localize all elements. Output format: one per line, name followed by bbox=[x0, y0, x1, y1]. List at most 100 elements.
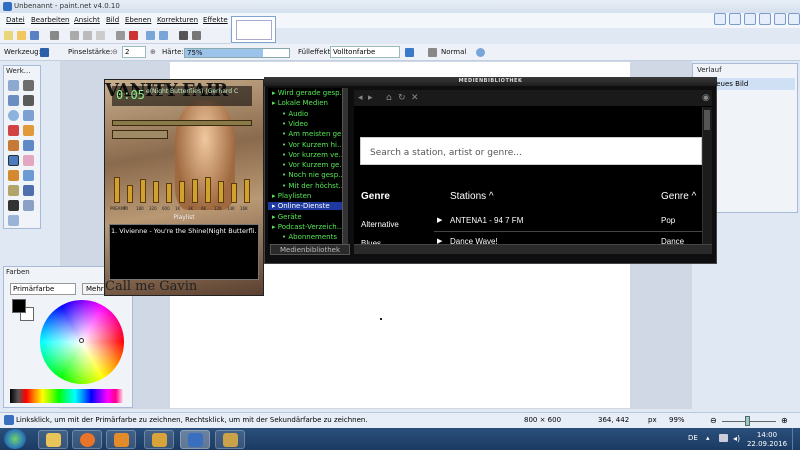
genre-item[interactable]: Alternative bbox=[361, 220, 399, 229]
tree-item[interactable]: ▸ Geräte bbox=[268, 213, 302, 221]
menu-edit[interactable]: Bearbeiten bbox=[31, 16, 69, 24]
clone-stamp-icon[interactable] bbox=[8, 185, 19, 196]
eq-slider[interactable] bbox=[153, 181, 159, 203]
menu-effects[interactable]: Effekte bbox=[203, 16, 228, 24]
deselect-icon[interactable] bbox=[129, 31, 138, 40]
paintnet-titlebar[interactable]: Unbenannt - paint.net v4.0.10 bbox=[0, 0, 800, 13]
ellipse-select-icon[interactable] bbox=[8, 110, 19, 121]
stop-icon[interactable]: ✕ bbox=[411, 93, 419, 103]
print-icon[interactable] bbox=[50, 31, 59, 40]
eraser-icon[interactable] bbox=[23, 155, 34, 166]
bucket-icon[interactable] bbox=[8, 140, 19, 151]
tree-item[interactable]: • Vor Kurzem ge... bbox=[268, 161, 346, 169]
history-toggle-icon[interactable] bbox=[729, 13, 741, 25]
menu-file[interactable]: Datei bbox=[6, 16, 25, 24]
cut-icon[interactable] bbox=[70, 31, 79, 40]
show-desktop-button[interactable] bbox=[792, 428, 800, 450]
menu-layers[interactable]: Ebenen bbox=[125, 16, 151, 24]
color-picker-icon[interactable] bbox=[23, 170, 34, 181]
settings-gear-icon[interactable] bbox=[774, 13, 786, 25]
stations-column-header[interactable]: Stations ^ bbox=[450, 191, 494, 202]
taskbar-media-player[interactable] bbox=[106, 430, 136, 449]
colors-toggle-icon[interactable] bbox=[759, 13, 771, 25]
eq-slider[interactable] bbox=[114, 177, 120, 203]
primary-color-swatch[interactable] bbox=[12, 299, 26, 313]
taskbar-paintnet[interactable] bbox=[180, 430, 210, 449]
paintbrush-icon[interactable] bbox=[8, 155, 19, 166]
tree-item[interactable]: • Vor kurzem ve... bbox=[268, 151, 345, 159]
move-pixels-icon[interactable] bbox=[23, 95, 34, 106]
eq-slider[interactable] bbox=[166, 183, 172, 203]
eq-slider[interactable] bbox=[127, 185, 133, 203]
eq-slider[interactable] bbox=[231, 183, 237, 203]
eq-slider[interactable] bbox=[140, 179, 146, 203]
color-palette[interactable] bbox=[10, 389, 124, 403]
shapes-icon[interactable] bbox=[8, 215, 19, 226]
eq-slider[interactable] bbox=[179, 181, 185, 203]
grid-icon[interactable] bbox=[179, 31, 188, 40]
copy-icon[interactable] bbox=[83, 31, 92, 40]
tray-expand-icon[interactable]: ▴ bbox=[706, 434, 710, 442]
magic-wand-icon[interactable] bbox=[8, 125, 19, 136]
tree-item[interactable]: ▸ Playlisten bbox=[268, 192, 311, 200]
volume-icon[interactable]: ◂) bbox=[733, 434, 740, 443]
refresh-icon[interactable]: ↻ bbox=[398, 93, 406, 103]
pencil-icon[interactable] bbox=[8, 170, 19, 181]
text-icon[interactable] bbox=[8, 200, 19, 211]
network-icon[interactable] bbox=[719, 434, 728, 442]
pan-icon[interactable] bbox=[23, 125, 34, 136]
taskbar-firefox[interactable] bbox=[72, 430, 102, 449]
zoom-out-icon[interactable]: ⊖ bbox=[710, 416, 717, 425]
undo-icon[interactable] bbox=[146, 31, 155, 40]
start-button[interactable] bbox=[4, 429, 26, 449]
fill-select[interactable]: Volltonfarbe bbox=[330, 46, 400, 58]
new-file-icon[interactable] bbox=[4, 31, 13, 40]
unit-select[interactable]: px bbox=[648, 416, 657, 424]
back-icon[interactable]: ◂ bbox=[358, 93, 363, 103]
winamp-playlist-item[interactable]: 1. Vivienne - You're the Shine(Night But… bbox=[111, 227, 257, 235]
home-icon[interactable]: ⌂ bbox=[386, 93, 392, 103]
gradient-icon[interactable] bbox=[23, 140, 34, 151]
blend-mode-icon[interactable] bbox=[428, 48, 437, 57]
selection-mode-icon[interactable] bbox=[476, 48, 485, 57]
zoom-value[interactable]: 99% bbox=[669, 416, 685, 424]
increase-width-icon[interactable]: ⊕ bbox=[150, 48, 156, 56]
layers-toggle-icon[interactable] bbox=[744, 13, 756, 25]
rect-select-icon[interactable] bbox=[8, 80, 19, 91]
antialias-icon[interactable] bbox=[405, 48, 414, 57]
tree-item[interactable]: • Vor Kurzem hi... bbox=[268, 141, 344, 149]
tree-item[interactable]: • Mit der höchst... bbox=[268, 182, 345, 190]
forward-icon[interactable]: ▸ bbox=[368, 93, 373, 103]
ruler-icon[interactable] bbox=[192, 31, 201, 40]
eq-slider[interactable] bbox=[244, 179, 250, 203]
genre-column-header[interactable]: Genre ^ bbox=[661, 191, 696, 202]
crop-icon[interactable] bbox=[116, 31, 125, 40]
open-file-icon[interactable] bbox=[17, 31, 26, 40]
tree-item[interactable]: • Am meisten ge... bbox=[268, 130, 348, 138]
save-icon[interactable] bbox=[30, 31, 39, 40]
clock-time[interactable]: 14:00 bbox=[752, 431, 782, 439]
browser-settings-icon[interactable]: ◉ bbox=[702, 93, 710, 103]
input-language[interactable]: DE bbox=[688, 434, 698, 442]
tree-item[interactable]: • Audio bbox=[268, 110, 308, 118]
taskbar-paint-tool[interactable] bbox=[215, 430, 245, 449]
lasso-icon[interactable] bbox=[8, 95, 19, 106]
document-thumbnail-tab[interactable] bbox=[231, 16, 276, 43]
tree-item[interactable]: ▸ Lokale Medien bbox=[268, 99, 328, 107]
winamp-seek-bar[interactable] bbox=[112, 120, 252, 126]
play-icon[interactable]: ▶ bbox=[437, 216, 442, 224]
tree-item[interactable]: ▸ Podcast-Verzeich... bbox=[268, 223, 343, 231]
medialib-button[interactable]: Medienbibliothek bbox=[270, 244, 350, 255]
color-wheel-cursor[interactable] bbox=[79, 338, 84, 343]
zoom-icon[interactable] bbox=[23, 110, 34, 121]
winamp-transport-buttons[interactable] bbox=[112, 130, 168, 139]
taskbar-explorer[interactable] bbox=[38, 430, 68, 449]
move-selection-icon[interactable] bbox=[23, 80, 34, 91]
menu-adjustments[interactable]: Korrekturen bbox=[157, 16, 198, 24]
redo-icon[interactable] bbox=[159, 31, 168, 40]
winamp-time[interactable]: 0:05 bbox=[116, 88, 145, 102]
browser-scrollbar-thumb[interactable] bbox=[704, 110, 710, 130]
clock-date[interactable]: 22.09.2016 bbox=[746, 440, 788, 448]
decrease-width-icon[interactable]: ⊖ bbox=[112, 48, 118, 56]
line-curve-icon[interactable] bbox=[23, 200, 34, 211]
